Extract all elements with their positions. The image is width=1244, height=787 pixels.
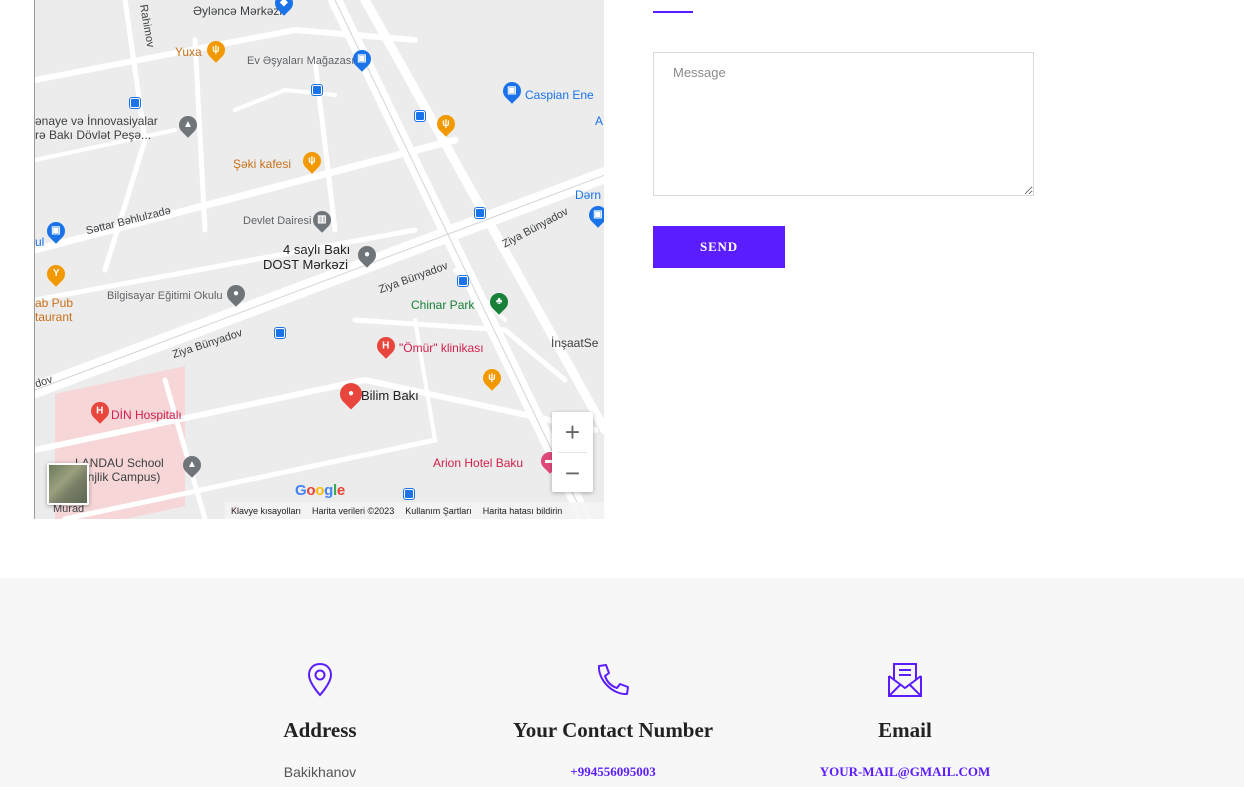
map-label: A — [595, 114, 604, 128]
map-label: ul — [35, 235, 45, 249]
map-label: Yuxa — [175, 45, 202, 59]
embedded-map[interactable]: Əylәncә Mәrkәzi ◆ Rahimov Yuxa ψ Ev Əşya… — [34, 0, 604, 519]
map-data-text: Harita verileri ©2023 — [312, 505, 395, 516]
map-label: anjlik Campus) — [81, 470, 161, 484]
email-link[interactable]: YOUR-MAIL@GMAIL.COM — [755, 764, 1055, 780]
report-error-link[interactable]: Harita hatası bildirin — [483, 506, 563, 516]
message-textarea[interactable] — [653, 52, 1034, 196]
zoom-in-button[interactable]: + — [552, 412, 593, 452]
map-label: taurant — [35, 310, 73, 324]
address-block: Address Bakikhanov — [170, 662, 470, 780]
map-label: ənaye və İnnovasiyalar — [35, 114, 158, 128]
bus-stop-icon[interactable] — [404, 489, 414, 499]
selected-place-label: Bilim Bakı — [361, 388, 419, 403]
bus-stop-icon[interactable] — [275, 328, 285, 338]
envelope-icon — [888, 663, 922, 697]
map-label: Arion Hotel Baku — [433, 456, 524, 470]
map-label: Devlet Dairesi — [243, 215, 312, 227]
heading-accent-line — [653, 11, 693, 13]
map-label: Caspian Ene — [525, 88, 594, 102]
google-logo: Google — [295, 482, 345, 499]
map-label: İnşaatSe — [551, 336, 599, 350]
bus-stop-icon[interactable] — [312, 85, 322, 95]
contact-info-section: Address Bakikhanov Your Contact Number +… — [0, 578, 1244, 787]
terms-link[interactable]: Kullanım Şartları — [405, 506, 472, 516]
bus-stop-icon[interactable] — [130, 98, 140, 108]
map-label: rə Bakı Dövlət Peşə... — [35, 128, 152, 142]
map-label: DOST Mərkəzi — [263, 257, 348, 272]
map-label: Əylәncә Mәrkәzi — [193, 4, 283, 18]
location-pin-icon — [307, 662, 333, 697]
map-label: "Ömür" klinikası — [399, 341, 484, 355]
phone-block: Your Contact Number +994556095003 — [463, 662, 763, 780]
satellite-layer-toggle[interactable] — [47, 463, 89, 505]
map-label: Ev Əşyaları Mağazası — [247, 55, 355, 67]
bus-stop-icon[interactable] — [458, 276, 468, 286]
map-label: Bilgisayar Eğitimi Okulu — [107, 290, 223, 302]
keyboard-shortcuts-link[interactable]: Klavye kısayolları — [231, 506, 301, 516]
phone-title: Your Contact Number — [512, 718, 714, 742]
map-label: Chinar Park — [411, 298, 475, 312]
map-attribution-bar: Klavye kısayolları Harita verileri ©2023… — [225, 502, 604, 519]
email-block: Email YOUR-MAIL@GMAIL.COM — [755, 662, 1055, 780]
phone-link[interactable]: +994556095003 — [463, 764, 763, 780]
bus-stop-icon[interactable] — [415, 111, 425, 121]
map-label: DİN Hospitalı — [111, 408, 182, 422]
map-label: Dərn — [575, 188, 602, 202]
zoom-out-button[interactable]: − — [552, 453, 593, 493]
address-title: Address — [283, 718, 357, 742]
bus-stop-icon[interactable] — [475, 208, 485, 218]
email-title: Email — [878, 718, 932, 742]
zoom-control: + − — [552, 412, 593, 492]
phone-icon — [597, 664, 629, 696]
send-button[interactable]: SEND — [653, 226, 785, 268]
map-label: Şəki kafesi — [233, 157, 292, 171]
map-label: ab Pub — [35, 296, 74, 310]
address-value: Bakikhanov — [283, 764, 357, 780]
map-label: 4 saylı Bakı — [283, 242, 351, 257]
